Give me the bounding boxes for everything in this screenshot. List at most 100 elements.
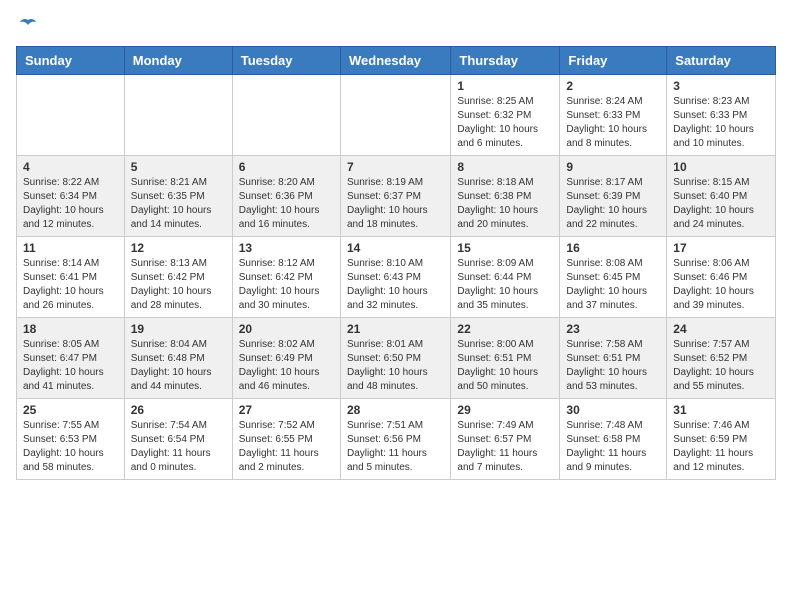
day-number: 30 — [566, 403, 660, 417]
day-info: Sunrise: 7:49 AM Sunset: 6:57 PM Dayligh… — [457, 419, 553, 475]
day-info: Sunrise: 8:20 AM Sunset: 6:36 PM Dayligh… — [239, 176, 334, 232]
day-info: Sunrise: 8:02 AM Sunset: 6:49 PM Dayligh… — [239, 338, 334, 394]
day-info: Sunrise: 7:48 AM Sunset: 6:58 PM Dayligh… — [566, 419, 660, 475]
day-info: Sunrise: 7:54 AM Sunset: 6:54 PM Dayligh… — [131, 419, 226, 475]
day-of-week-header: Saturday — [667, 47, 776, 75]
day-number: 24 — [673, 322, 769, 336]
day-info: Sunrise: 8:18 AM Sunset: 6:38 PM Dayligh… — [457, 176, 553, 232]
day-number: 2 — [566, 79, 660, 93]
day-number: 18 — [23, 322, 118, 336]
day-info: Sunrise: 7:51 AM Sunset: 6:56 PM Dayligh… — [347, 419, 444, 475]
calendar-cell: 5 Sunrise: 8:21 AM Sunset: 6:35 PM Daylig… — [124, 156, 232, 237]
calendar-cell: 3 Sunrise: 8:23 AM Sunset: 6:33 PM Daylig… — [667, 75, 776, 156]
calendar-cell: 21 Sunrise: 8:01 AM Sunset: 6:50 PM Dayli… — [340, 318, 450, 399]
day-info: Sunrise: 8:21 AM Sunset: 6:35 PM Dayligh… — [131, 176, 226, 232]
calendar-week-row: 11 Sunrise: 8:14 AM Sunset: 6:41 PM Dayli… — [17, 237, 776, 318]
day-number: 7 — [347, 160, 444, 174]
day-number: 17 — [673, 241, 769, 255]
calendar-week-row: 18 Sunrise: 8:05 AM Sunset: 6:47 PM Dayli… — [17, 318, 776, 399]
day-info: Sunrise: 8:25 AM Sunset: 6:32 PM Dayligh… — [457, 95, 553, 151]
day-info: Sunrise: 7:46 AM Sunset: 6:59 PM Dayligh… — [673, 419, 769, 475]
calendar-cell — [124, 75, 232, 156]
day-number: 16 — [566, 241, 660, 255]
calendar-cell: 24 Sunrise: 7:57 AM Sunset: 6:52 PM Dayli… — [667, 318, 776, 399]
day-info: Sunrise: 8:12 AM Sunset: 6:42 PM Dayligh… — [239, 257, 334, 313]
calendar-week-row: 1 Sunrise: 8:25 AM Sunset: 6:32 PM Daylig… — [17, 75, 776, 156]
day-number: 22 — [457, 322, 553, 336]
day-info: Sunrise: 7:57 AM Sunset: 6:52 PM Dayligh… — [673, 338, 769, 394]
calendar-cell: 4 Sunrise: 8:22 AM Sunset: 6:34 PM Daylig… — [17, 156, 125, 237]
calendar-week-row: 4 Sunrise: 8:22 AM Sunset: 6:34 PM Daylig… — [17, 156, 776, 237]
day-number: 19 — [131, 322, 226, 336]
day-info: Sunrise: 8:01 AM Sunset: 6:50 PM Dayligh… — [347, 338, 444, 394]
day-number: 4 — [23, 160, 118, 174]
day-number: 5 — [131, 160, 226, 174]
logo-bird-icon — [18, 16, 38, 36]
calendar-cell: 18 Sunrise: 8:05 AM Sunset: 6:47 PM Dayli… — [17, 318, 125, 399]
calendar-cell — [232, 75, 340, 156]
day-number: 3 — [673, 79, 769, 93]
calendar-week-row: 25Sunrise: 7:55 AM Sunset: 6:53 PM Dayli… — [17, 399, 776, 480]
calendar-table: SundayMondayTuesdayWednesdayThursdayFrid… — [16, 46, 776, 480]
day-number: 21 — [347, 322, 444, 336]
day-number: 8 — [457, 160, 553, 174]
day-number: 12 — [131, 241, 226, 255]
calendar-cell: 27Sunrise: 7:52 AM Sunset: 6:55 PM Dayli… — [232, 399, 340, 480]
calendar-cell: 10Sunrise: 8:15 AM Sunset: 6:40 PM Dayli… — [667, 156, 776, 237]
day-info: Sunrise: 8:17 AM Sunset: 6:39 PM Dayligh… — [566, 176, 660, 232]
day-info: Sunrise: 8:00 AM Sunset: 6:51 PM Dayligh… — [457, 338, 553, 394]
calendar-cell: 20 Sunrise: 8:02 AM Sunset: 6:49 PM Dayli… — [232, 318, 340, 399]
day-of-week-header: Friday — [560, 47, 667, 75]
day-number: 9 — [566, 160, 660, 174]
logo — [16, 16, 38, 36]
day-number: 13 — [239, 241, 334, 255]
calendar-cell: 29 Sunrise: 7:49 AM Sunset: 6:57 PM Dayli… — [451, 399, 560, 480]
day-info: Sunrise: 8:24 AM Sunset: 6:33 PM Dayligh… — [566, 95, 660, 151]
calendar-cell: 22 Sunrise: 8:00 AM Sunset: 6:51 PM Dayli… — [451, 318, 560, 399]
day-info: Sunrise: 8:04 AM Sunset: 6:48 PM Dayligh… — [131, 338, 226, 394]
calendar-cell: 12 Sunrise: 8:13 AM Sunset: 6:42 PM Dayli… — [124, 237, 232, 318]
day-number: 23 — [566, 322, 660, 336]
day-number: 28 — [347, 403, 444, 417]
day-number: 11 — [23, 241, 118, 255]
day-info: Sunrise: 8:06 AM Sunset: 6:46 PM Dayligh… — [673, 257, 769, 313]
calendar-cell: 14Sunrise: 8:10 AM Sunset: 6:43 PM Dayli… — [340, 237, 450, 318]
calendar-cell: 9 Sunrise: 8:17 AM Sunset: 6:39 PM Daylig… — [560, 156, 667, 237]
day-info: Sunrise: 8:05 AM Sunset: 6:47 PM Dayligh… — [23, 338, 118, 394]
calendar-cell: 17 Sunrise: 8:06 AM Sunset: 6:46 PM Dayli… — [667, 237, 776, 318]
calendar-cell: 30 Sunrise: 7:48 AM Sunset: 6:58 PM Dayli… — [560, 399, 667, 480]
calendar-cell: 6Sunrise: 8:20 AM Sunset: 6:36 PM Daylig… — [232, 156, 340, 237]
day-info: Sunrise: 8:22 AM Sunset: 6:34 PM Dayligh… — [23, 176, 118, 232]
day-of-week-header: Sunday — [17, 47, 125, 75]
calendar-cell: 23Sunrise: 7:58 AM Sunset: 6:51 PM Dayli… — [560, 318, 667, 399]
calendar-cell: 1 Sunrise: 8:25 AM Sunset: 6:32 PM Daylig… — [451, 75, 560, 156]
day-of-week-header: Thursday — [451, 47, 560, 75]
day-of-week-header: Wednesday — [340, 47, 450, 75]
calendar-cell: 26 Sunrise: 7:54 AM Sunset: 6:54 PM Dayli… — [124, 399, 232, 480]
day-number: 1 — [457, 79, 553, 93]
calendar-cell: 2 Sunrise: 8:24 AM Sunset: 6:33 PM Daylig… — [560, 75, 667, 156]
calendar-cell — [340, 75, 450, 156]
day-number: 15 — [457, 241, 553, 255]
day-number: 29 — [457, 403, 553, 417]
calendar-cell: 7Sunrise: 8:19 AM Sunset: 6:37 PM Daylig… — [340, 156, 450, 237]
day-of-week-header: Monday — [124, 47, 232, 75]
day-info: Sunrise: 8:08 AM Sunset: 6:45 PM Dayligh… — [566, 257, 660, 313]
calendar-cell: 25Sunrise: 7:55 AM Sunset: 6:53 PM Dayli… — [17, 399, 125, 480]
day-number: 25 — [23, 403, 118, 417]
day-info: Sunrise: 8:23 AM Sunset: 6:33 PM Dayligh… — [673, 95, 769, 151]
calendar-cell: 15Sunrise: 8:09 AM Sunset: 6:44 PM Dayli… — [451, 237, 560, 318]
day-number: 31 — [673, 403, 769, 417]
day-info: Sunrise: 8:10 AM Sunset: 6:43 PM Dayligh… — [347, 257, 444, 313]
day-info: Sunrise: 8:14 AM Sunset: 6:41 PM Dayligh… — [23, 257, 118, 313]
day-number: 20 — [239, 322, 334, 336]
calendar-header-row: SundayMondayTuesdayWednesdayThursdayFrid… — [17, 47, 776, 75]
day-info: Sunrise: 8:13 AM Sunset: 6:42 PM Dayligh… — [131, 257, 226, 313]
calendar-cell: 19 Sunrise: 8:04 AM Sunset: 6:48 PM Dayli… — [124, 318, 232, 399]
day-info: Sunrise: 7:52 AM Sunset: 6:55 PM Dayligh… — [239, 419, 334, 475]
day-number: 26 — [131, 403, 226, 417]
calendar-cell: 8 Sunrise: 8:18 AM Sunset: 6:38 PM Daylig… — [451, 156, 560, 237]
calendar-cell: 16 Sunrise: 8:08 AM Sunset: 6:45 PM Dayli… — [560, 237, 667, 318]
calendar-cell: 28 Sunrise: 7:51 AM Sunset: 6:56 PM Dayli… — [340, 399, 450, 480]
page-header — [16, 16, 776, 36]
